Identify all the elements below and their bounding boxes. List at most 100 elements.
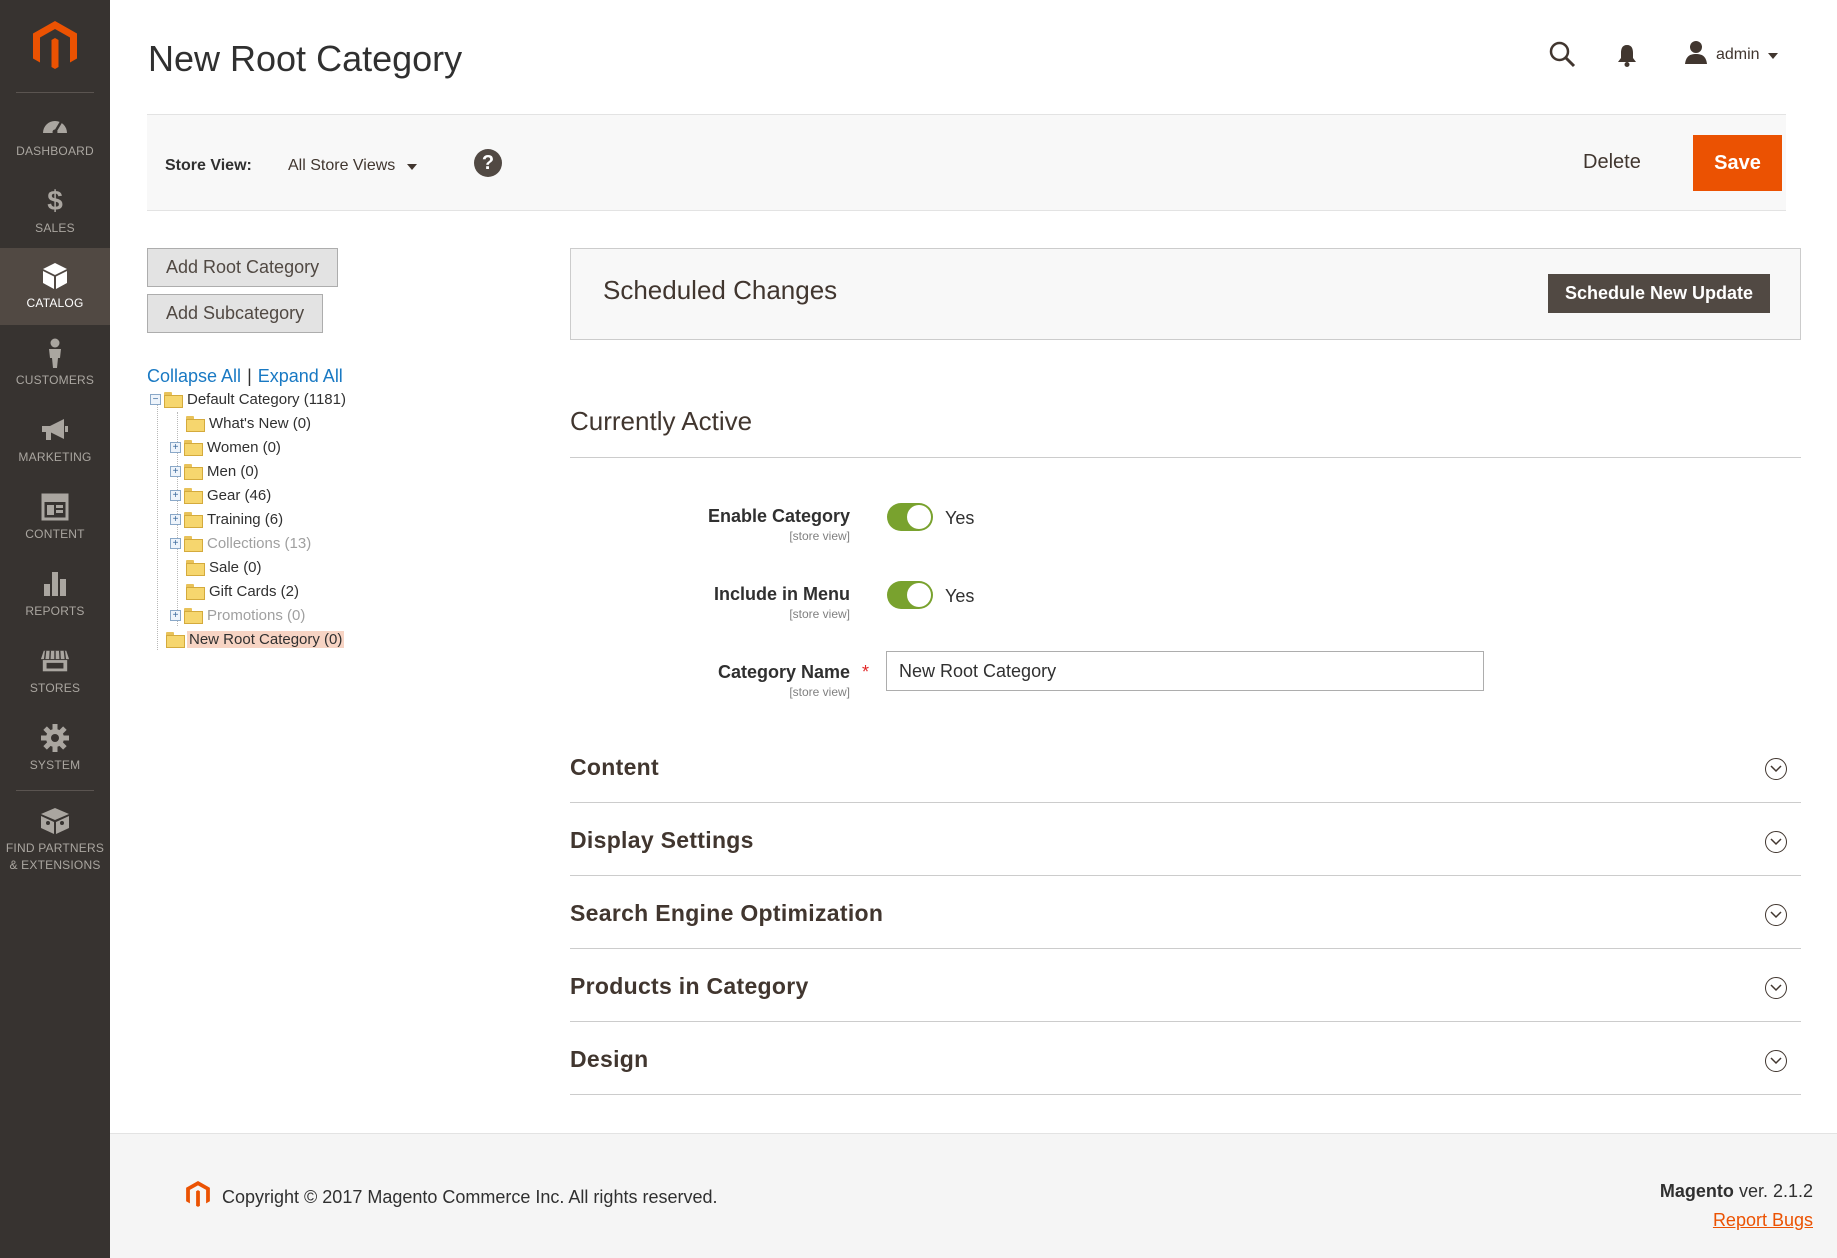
chevron-down-circle-icon <box>1765 977 1787 999</box>
expand-node-icon[interactable]: + <box>170 489 181 501</box>
footer-version: Magento ver. 2.1.2 <box>1660 1181 1813 1202</box>
tree-node: New Root Category (0) <box>166 628 345 650</box>
layout-icon <box>40 492 70 522</box>
section-title: Search Engine Optimization <box>570 900 884 926</box>
add-root-category-button[interactable]: Add Root Category <box>147 248 339 287</box>
tree-node-label[interactable]: Sale (0) <box>207 559 264 576</box>
tree-node: + Men (0) <box>170 460 261 482</box>
tree-node-label[interactable]: Training (6) <box>205 511 285 528</box>
admin-username: admin <box>1716 45 1760 63</box>
chevron-down-circle-icon <box>1765 831 1787 853</box>
scheduled-changes-title: Scheduled Changes <box>603 275 838 305</box>
partners-icon <box>40 806 70 836</box>
folder-icon <box>166 632 185 648</box>
section-seo[interactable]: Search Engine Optimization <box>570 876 1801 949</box>
section-divider <box>570 457 1801 458</box>
tree-node-label[interactable]: Promotions (0) <box>205 607 307 624</box>
folder-icon <box>186 584 205 600</box>
sidebar-item-customers[interactable]: CUSTOMERS <box>0 325 110 402</box>
tree-node-label[interactable]: Collections (13) <box>205 535 313 552</box>
sidebar-item-content[interactable]: CONTENT <box>0 479 110 556</box>
expand-node-icon[interactable]: + <box>170 537 181 549</box>
sidebar-item-label: SALES <box>35 221 75 235</box>
sidebar-item-system[interactable]: SYSTEM <box>0 710 110 787</box>
notifications-bell-icon[interactable] <box>1616 42 1638 68</box>
save-button[interactable]: Save <box>1693 135 1782 191</box>
tree-node-label[interactable]: Default Category (1181) <box>185 391 348 408</box>
section-display-settings[interactable]: Display Settings <box>570 803 1801 876</box>
section-design[interactable]: Design <box>570 1022 1801 1095</box>
section-products-in-category[interactable]: Products in Category <box>570 949 1801 1022</box>
admin-user-menu[interactable]: admin <box>1684 40 1778 69</box>
expand-node-icon[interactable]: + <box>170 441 181 453</box>
sidebar-item-label: MARKETING <box>18 450 92 464</box>
enable-category-toggle[interactable] <box>887 503 933 531</box>
admin-sidebar: DASHBOARD $ SALES CATALOG CUSTOMERS MARK… <box>0 0 110 1258</box>
sidebar-item-reports[interactable]: REPORTS <box>0 556 110 633</box>
expand-all-link[interactable]: Expand All <box>258 366 343 387</box>
tree-node: − Default Category (1181) <box>150 388 348 410</box>
expand-node-icon[interactable]: + <box>170 609 181 621</box>
sidebar-item-label: DASHBOARD <box>16 144 94 158</box>
tree-node-label[interactable]: Men (0) <box>205 463 261 480</box>
enable-category-label: Enable Category [store view] <box>550 506 850 543</box>
tree-node: Sale (0) <box>186 556 264 578</box>
field-scope: [store view] <box>789 685 850 699</box>
tree-controls: Collapse All | Expand All <box>147 366 343 387</box>
tree-guide-line <box>157 400 158 650</box>
chevron-down-icon <box>407 157 418 175</box>
tree-node-label[interactable]: Women (0) <box>205 439 283 456</box>
sidebar-item-catalog[interactable]: CATALOG <box>0 248 110 325</box>
sidebar-item-find-partners[interactable]: FIND PARTNERS & EXTENSIONS <box>0 795 110 885</box>
folder-icon <box>184 464 203 480</box>
category-name-input[interactable] <box>886 651 1484 691</box>
dashboard-icon <box>40 109 70 139</box>
search-icon[interactable] <box>1548 40 1576 68</box>
chevron-down-icon <box>1767 46 1778 64</box>
sidebar-item-label: STORES <box>29 681 81 695</box>
tree-node-label[interactable]: Gift Cards (2) <box>207 583 301 600</box>
enable-category-value: Yes <box>945 508 975 528</box>
report-bugs-link[interactable]: Report Bugs <box>1713 1210 1813 1231</box>
schedule-new-update-button[interactable]: Schedule New Update <box>1548 274 1770 313</box>
folder-icon <box>184 536 203 552</box>
store-view-switcher[interactable]: All Store Views <box>288 157 418 175</box>
collapse-all-link[interactable]: Collapse All <box>147 366 241 387</box>
footer-copyright: Copyright © 2017 Magento Commerce Inc. A… <box>186 1181 717 1213</box>
sidebar-item-sales[interactable]: $ SALES <box>0 173 110 250</box>
magento-logo[interactable] <box>0 0 110 92</box>
tree-node-label[interactable]: What's New (0) <box>207 415 313 432</box>
tree-links-separator: | <box>247 366 252 386</box>
sidebar-divider <box>16 92 94 93</box>
help-icon[interactable]: ? <box>474 149 502 177</box>
toggle-knob <box>907 583 931 607</box>
bar-chart-icon <box>40 569 70 599</box>
tree-node-label-selected[interactable]: New Root Category (0) <box>187 630 345 648</box>
collapse-node-icon[interactable]: − <box>150 393 161 405</box>
megaphone-icon <box>40 415 70 445</box>
tree-node: Gift Cards (2) <box>186 580 301 602</box>
expand-node-icon[interactable]: + <box>170 465 181 477</box>
storefront-icon <box>40 646 70 676</box>
sidebar-item-marketing[interactable]: MARKETING <box>0 402 110 479</box>
delete-button[interactable]: Delete <box>1575 145 1649 180</box>
add-subcategory-button[interactable]: Add Subcategory <box>147 294 324 333</box>
section-content[interactable]: Content <box>570 730 1801 803</box>
include-in-menu-toggle[interactable] <box>887 581 933 609</box>
folder-icon <box>184 512 203 528</box>
section-title: Display Settings <box>570 827 754 853</box>
box-icon <box>40 261 70 291</box>
tree-node-label[interactable]: Gear (46) <box>205 487 273 504</box>
sidebar-item-stores[interactable]: STORES <box>0 633 110 710</box>
expand-node-icon[interactable]: + <box>170 513 181 525</box>
sidebar-item-dashboard[interactable]: DASHBOARD <box>0 96 110 173</box>
field-scope: [store view] <box>789 529 850 543</box>
currently-active-title: Currently Active <box>570 406 753 436</box>
chevron-down-circle-icon <box>1765 1050 1787 1072</box>
folder-icon <box>164 392 183 408</box>
chevron-down-circle-icon <box>1765 904 1787 926</box>
magento-logo-icon <box>33 21 77 69</box>
page-actions-toolbar: Store View: All Store Views ? Delete Sav… <box>147 114 1786 211</box>
copyright-text: Copyright © 2017 Magento Commerce Inc. A… <box>222 1186 718 1207</box>
sidebar-item-label: SYSTEM <box>29 758 81 772</box>
